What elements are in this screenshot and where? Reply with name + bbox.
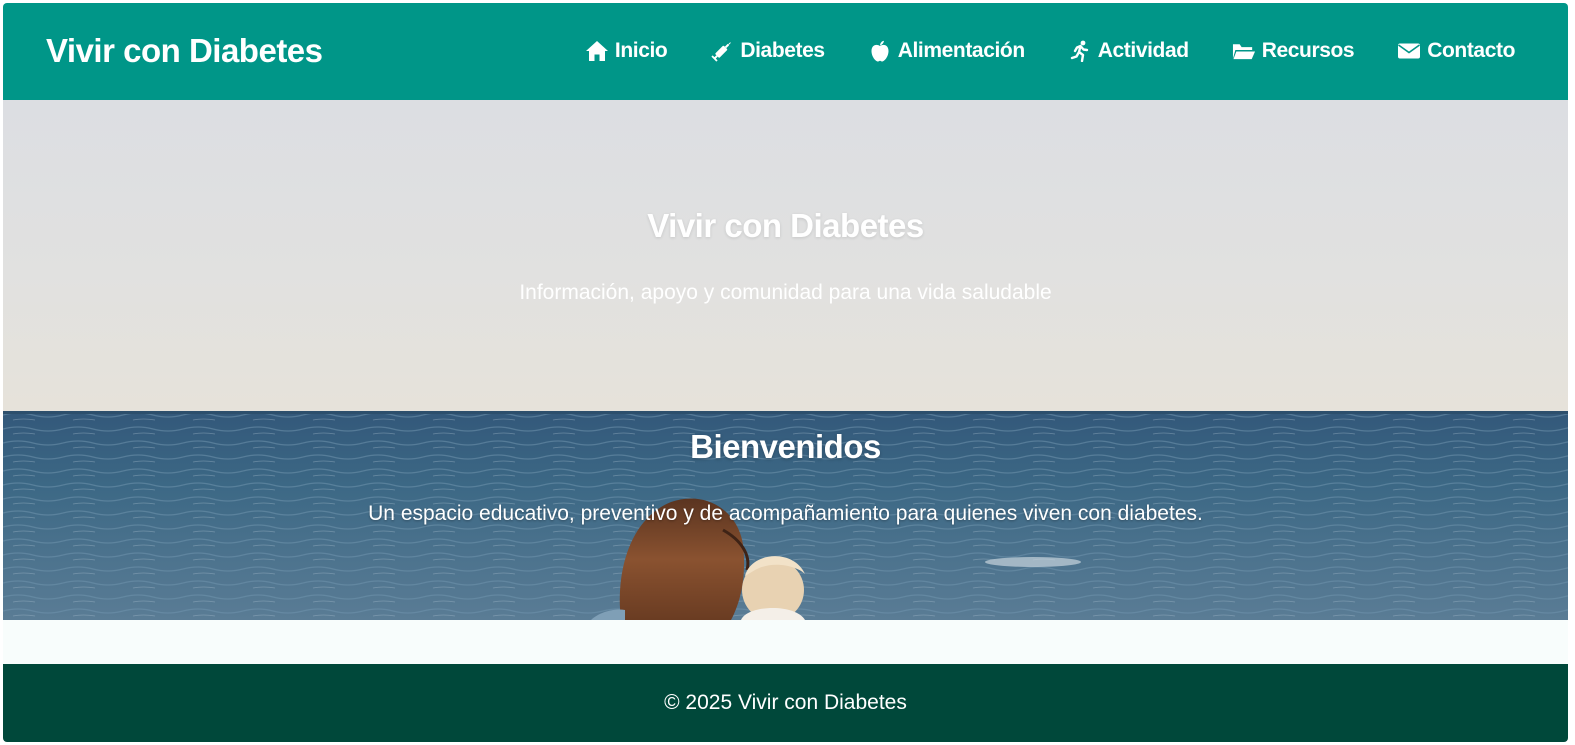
nav-alimentacion[interactable]: Alimentación	[868, 39, 1025, 63]
envelope-icon	[1397, 40, 1421, 62]
nav-recursos[interactable]: Recursos	[1232, 39, 1355, 63]
hero-section: Vivir con Diabetes Información, apoyo y …	[3, 100, 1568, 620]
hero-subtitle: Información, apoyo y comunidad para una …	[519, 281, 1052, 304]
nav-actividad-label: Actividad	[1097, 39, 1189, 62]
site-brand[interactable]: Vivir con Diabetes	[46, 29, 323, 73]
welcome-title: Bienvenidos	[690, 428, 881, 465]
nav-alimentacion-label: Alimentación	[897, 39, 1025, 62]
page-frame: Vivir con Diabetes Inicio Diabetes Alime…	[3, 3, 1568, 742]
apple-icon	[868, 40, 892, 62]
hero-background-image	[3, 100, 1568, 620]
nav-diabetes[interactable]: Diabetes	[710, 39, 825, 63]
site-header: Vivir con Diabetes Inicio Diabetes Alime…	[3, 3, 1568, 100]
nav-inicio[interactable]: Inicio	[585, 39, 668, 63]
footer-copyright: © 2025 Vivir con Diabetes	[664, 691, 907, 714]
site-footer: © 2025 Vivir con Diabetes	[3, 664, 1568, 742]
folder-open-icon	[1232, 40, 1256, 62]
main-nav: Inicio Diabetes Alimentación Actividad R…	[585, 36, 1515, 66]
nav-actividad[interactable]: Actividad	[1068, 39, 1189, 63]
home-icon	[585, 40, 609, 62]
nav-recursos-label: Recursos	[1261, 39, 1355, 62]
nav-contacto-label: Contacto	[1427, 39, 1515, 62]
nav-diabetes-label: Diabetes	[740, 39, 825, 62]
nav-contacto[interactable]: Contacto	[1397, 39, 1515, 63]
nav-inicio-label: Inicio	[614, 39, 668, 62]
syringe-icon	[710, 40, 734, 62]
running-icon	[1068, 40, 1092, 62]
hero-title: Vivir con Diabetes	[647, 207, 924, 244]
welcome-text: Un espacio educativo, preventivo y de ac…	[368, 502, 1203, 525]
